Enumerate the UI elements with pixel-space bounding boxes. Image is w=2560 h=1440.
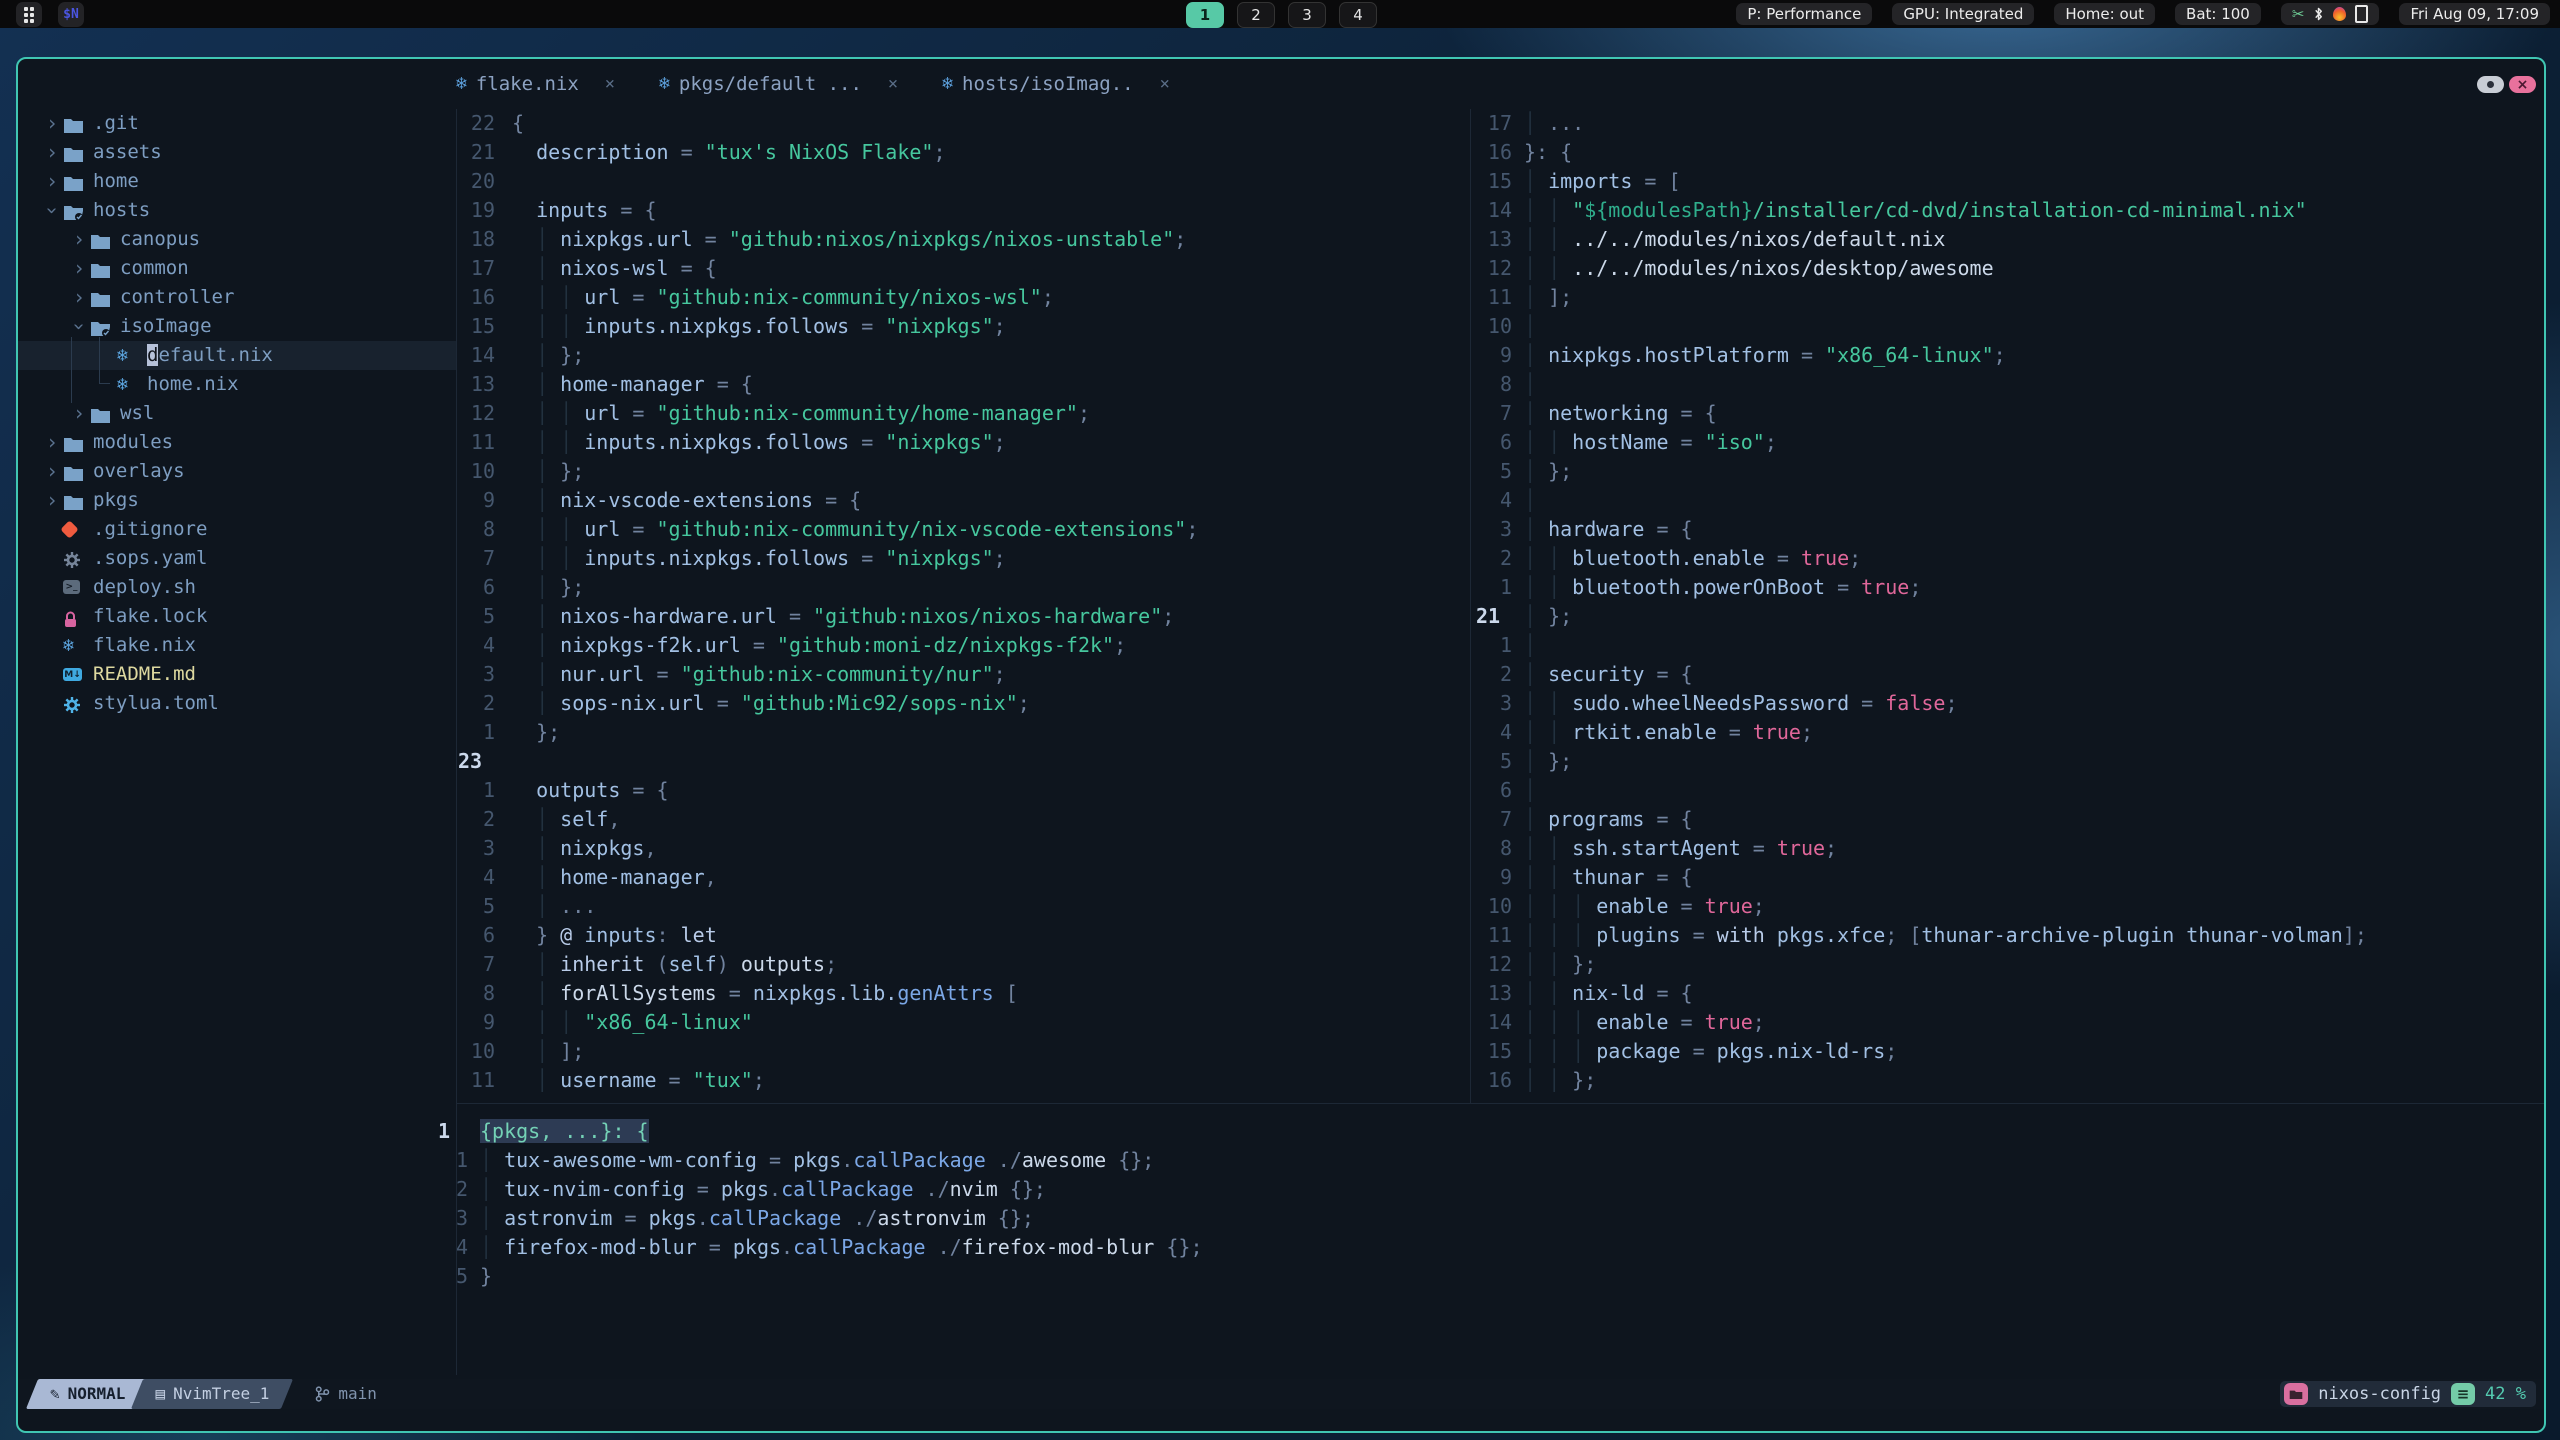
code-segment: tux-nvim-config bbox=[504, 1177, 685, 1201]
mode-label: NORMAL bbox=[67, 1384, 126, 1403]
code-segment: {}; bbox=[997, 1177, 1046, 1201]
editor-pane-pkgs-default[interactable]: 1 {pkgs, ...}: { 1 │ tux-awesome-wm-config … bbox=[18, 59, 2544, 1431]
code-segment: = bbox=[684, 1177, 721, 1201]
code-line: 1 {pkgs, ...}: { bbox=[18, 1117, 2544, 1146]
code-segment: tux-awesome-wm-config bbox=[504, 1148, 757, 1172]
app-grid-icon bbox=[24, 6, 34, 23]
git-branch-icon bbox=[316, 1386, 330, 1402]
branch-label: main bbox=[338, 1384, 377, 1403]
status-pill: GPU: Integrated bbox=[1892, 3, 2035, 25]
code-text: │ tux-nvim-config = pkgs.callPackage ./n… bbox=[480, 1175, 1046, 1204]
code-line: 2 │ tux-nvim-config = pkgs.callPackage ./… bbox=[18, 1175, 2544, 1204]
code-text: │ tux-awesome-wm-config = pkgs.callPacka… bbox=[480, 1146, 1154, 1175]
status-pill: P: Performance bbox=[1736, 3, 1873, 25]
code-line: 1 │ tux-awesome-wm-config = pkgs.callPack… bbox=[18, 1146, 2544, 1175]
code-segment: {pkgs, ...}: { bbox=[480, 1119, 649, 1143]
code-line: 5} bbox=[18, 1262, 2544, 1291]
scissors-icon[interactable]: ✂ bbox=[2292, 5, 2305, 23]
code-text: {pkgs, ...}: { bbox=[480, 1117, 649, 1146]
wm-logo: $N bbox=[63, 7, 79, 22]
status-pill: Bat: 100 bbox=[2175, 3, 2261, 25]
status-pill-label: P: Performance bbox=[1747, 5, 1862, 23]
line-number: 1 bbox=[438, 1119, 451, 1143]
lines-icon: ≡ bbox=[2451, 1383, 2476, 1405]
code-segment: ./ bbox=[925, 1235, 962, 1259]
line-number: 3 bbox=[455, 1206, 468, 1230]
buffer-indicator[interactable]: ▤ NvimTree_1 bbox=[131, 1379, 294, 1409]
code-segment: nvim bbox=[949, 1177, 998, 1201]
git-branch[interactable]: main bbox=[297, 1379, 395, 1409]
code-text: │ astronvim = pkgs.callPackage ./astronv… bbox=[480, 1204, 1034, 1233]
clock: Fri Aug 09, 17:09 bbox=[2399, 3, 2550, 25]
status-pills: P: Performance GPU: Integrated Home: out Ba… bbox=[1736, 3, 2261, 25]
code-segment: pkgs bbox=[648, 1206, 697, 1230]
code-segment: . bbox=[769, 1177, 782, 1201]
indent-guide: │ bbox=[480, 1206, 505, 1230]
statusline-right: nixos-config ≡ 42 % bbox=[2280, 1381, 2536, 1407]
line-number: 1 bbox=[455, 1148, 468, 1172]
code-segment: {}; bbox=[985, 1206, 1034, 1230]
workspace-pill-2[interactable]: 2 bbox=[1237, 2, 1275, 28]
code-segment: ./ bbox=[985, 1148, 1022, 1172]
buffer-label: NvimTree_1 bbox=[173, 1384, 270, 1403]
code-segment: callPackage bbox=[708, 1206, 842, 1230]
flame-icon[interactable] bbox=[2333, 7, 2347, 21]
code-segment: . bbox=[841, 1148, 854, 1172]
code-segment: = bbox=[612, 1206, 649, 1230]
bluetooth-icon[interactable] bbox=[2313, 6, 2324, 22]
buffer-icon: ▤ bbox=[155, 1384, 166, 1403]
scroll-progress: 42 % bbox=[2485, 1384, 2526, 1404]
workspace-pill-3[interactable]: 3 bbox=[1288, 2, 1326, 28]
code-line: 3 │ astronvim = pkgs.callPackage ./astron… bbox=[18, 1204, 2544, 1233]
indent-guide: │ bbox=[480, 1235, 505, 1259]
line-number: 5 bbox=[455, 1264, 468, 1288]
code-segment: } bbox=[480, 1264, 493, 1288]
statusline: ✎ NORMAL ▤ NvimTree_1 main nixos-config … bbox=[18, 1379, 2544, 1409]
code-text: │ firefox-mod-blur = pkgs.callPackage ./… bbox=[480, 1233, 1203, 1262]
mode-icon: ✎ bbox=[50, 1384, 60, 1403]
code-segment: firefox-mod-blur bbox=[961, 1235, 1155, 1259]
code-segment: ./ bbox=[913, 1177, 950, 1201]
topbar-status: P: Performance GPU: Integrated Home: out Ba… bbox=[1736, 3, 2550, 25]
status-pill-label: Home: out bbox=[2065, 5, 2145, 23]
workspaces: 1234 bbox=[1186, 2, 1377, 28]
status-pill-label: GPU: Integrated bbox=[1903, 5, 2024, 23]
wm-logo-button[interactable]: $N bbox=[58, 2, 84, 27]
code-segment: pkgs bbox=[732, 1235, 782, 1259]
terminal-window: ❄ flake.nix × ❄ pkgs/default ... × ❄ hosts/isoI… bbox=[16, 57, 2546, 1433]
workspace-pill-4[interactable]: 4 bbox=[1339, 2, 1377, 28]
code-segment: pkgs bbox=[793, 1148, 842, 1172]
code-segment: ./ bbox=[841, 1206, 878, 1230]
code-segment: = bbox=[696, 1235, 733, 1259]
indent-guide: │ bbox=[480, 1148, 505, 1172]
code-segment: firefox-mod-blur bbox=[504, 1235, 697, 1259]
code-segment: . bbox=[696, 1206, 709, 1230]
line-number: 4 bbox=[455, 1235, 468, 1259]
code-segment: callPackage bbox=[781, 1177, 914, 1201]
phone-icon[interactable] bbox=[2355, 5, 2369, 23]
code-segment: callPackage bbox=[853, 1148, 986, 1172]
project-label: nixos-config bbox=[2318, 1384, 2442, 1404]
line-number: 2 bbox=[455, 1177, 468, 1201]
code-segment: {}; bbox=[1106, 1148, 1155, 1172]
code-segment: {}; bbox=[1154, 1235, 1203, 1259]
status-pill: Home: out bbox=[2054, 3, 2156, 25]
code-segment: astronvim bbox=[504, 1206, 613, 1230]
app-launcher-button[interactable] bbox=[16, 2, 42, 27]
code-segment: = bbox=[756, 1148, 794, 1172]
project-folder-icon bbox=[2284, 1383, 2309, 1405]
tray-icons-pill: ✂ bbox=[2280, 3, 2380, 25]
code-segment: . bbox=[781, 1235, 794, 1259]
indent-guide: │ bbox=[480, 1177, 505, 1201]
code-segment: awesome bbox=[1021, 1148, 1107, 1172]
mode-indicator: ✎ NORMAL bbox=[25, 1379, 150, 1409]
workspace-pill-1[interactable]: 1 bbox=[1186, 2, 1224, 28]
code-segment: astronvim bbox=[877, 1206, 986, 1230]
topbar: $N 1234 P: Performance GPU: Integrated Hom… bbox=[0, 0, 2560, 28]
code-line: 4 │ firefox-mod-blur = pkgs.callPackage .… bbox=[18, 1233, 2544, 1262]
code-segment: callPackage bbox=[793, 1235, 926, 1259]
status-pill-label: Bat: 100 bbox=[2186, 5, 2250, 23]
code-segment: pkgs bbox=[720, 1177, 770, 1201]
code-text: } bbox=[480, 1262, 492, 1291]
